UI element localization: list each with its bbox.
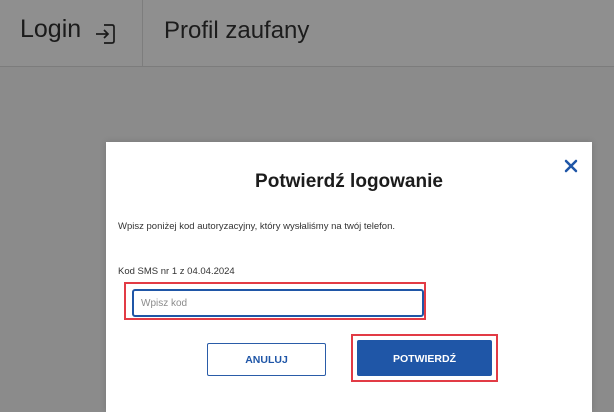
profile-trusted-title: Profil zaufany [164, 17, 310, 44]
sms-code-input[interactable] [132, 289, 424, 317]
login-icon [93, 22, 117, 46]
confirm-button[interactable]: POTWIERDŹ [357, 340, 492, 376]
cancel-button[interactable]: ANULUJ [207, 343, 326, 376]
close-icon[interactable] [560, 155, 582, 177]
sms-code-label: Kod SMS nr 1 z 04.04.2024 [118, 266, 235, 277]
top-navigation-bar: Login Profil zaufany [0, 0, 614, 67]
confirm-button-highlight: POTWIERDŹ [351, 334, 498, 382]
modal-title: Potwierdź logowanie [255, 171, 443, 192]
confirm-login-modal: Potwierdź logowanie Wpisz poniżej kod au… [106, 142, 592, 412]
instruction-text: Wpisz poniżej kod autoryzacyjny, który w… [118, 221, 396, 232]
code-input-highlight [124, 282, 426, 320]
login-label: Login [20, 15, 82, 43]
login-nav-item[interactable]: Login [0, 0, 143, 66]
